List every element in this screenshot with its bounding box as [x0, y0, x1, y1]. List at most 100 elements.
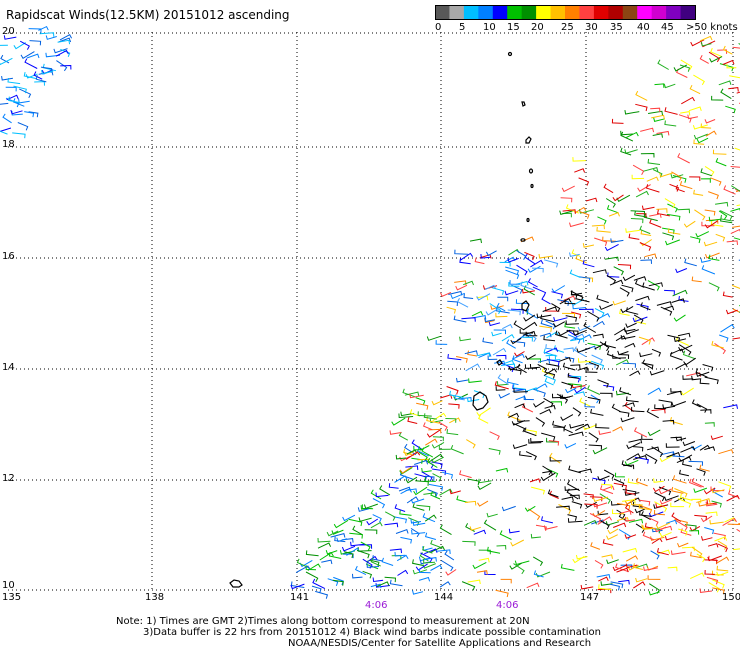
wind-barb: [606, 559, 619, 565]
wind-barb: [317, 537, 331, 543]
wind-barb: [689, 572, 705, 580]
wind-barb: [412, 503, 425, 511]
wind-barb: [693, 189, 704, 196]
wind-barb: [572, 157, 586, 162]
wind-barb: [578, 177, 590, 186]
wind-barb: [718, 481, 732, 491]
wind-barb: [557, 299, 570, 307]
wind-barb: [551, 291, 564, 299]
wind-barb: [389, 430, 402, 435]
wind-barb: [658, 399, 673, 407]
wind-barb: [446, 429, 459, 436]
wind-barb: [649, 370, 665, 376]
wind-barb: [603, 384, 615, 392]
wind-barb: [512, 444, 528, 450]
wind-barb: [444, 550, 455, 561]
wind-barb: [642, 531, 655, 541]
wind-barb: [418, 576, 431, 582]
wind-barb: [499, 261, 511, 267]
wind-barb: [568, 431, 584, 437]
wind-barb: [625, 228, 640, 233]
wind-barb: [630, 218, 644, 224]
wind-barb: [478, 557, 490, 563]
wind-barb: [647, 158, 661, 165]
wind-barb: [640, 259, 652, 264]
wind-barb: [495, 312, 508, 318]
wind-barb: [305, 571, 319, 582]
lon-label: 138: [145, 592, 165, 603]
wind-barb: [628, 233, 640, 240]
wind-barb: [633, 581, 646, 589]
wind-barb: [682, 441, 696, 447]
wind-barb: [610, 238, 624, 243]
wind-barb: [617, 264, 632, 270]
wind-barb: [665, 443, 680, 448]
wind-barb: [702, 364, 714, 372]
wind-barb: [574, 168, 586, 173]
wind-barb: [582, 259, 595, 268]
wind-barb: [370, 521, 383, 529]
wind-barb: [491, 287, 505, 295]
wind-barb: [428, 483, 444, 491]
wind-barb: [467, 478, 480, 486]
wind-barb: [613, 482, 627, 490]
wind-barb: [630, 210, 646, 216]
wind-barb: [530, 486, 546, 495]
wind-barb: [625, 555, 639, 562]
wind-barb: [625, 307, 639, 315]
wind-barb: [622, 547, 638, 553]
wind-barb: [384, 522, 399, 528]
lat-label: 14: [2, 362, 15, 373]
wind-barb: [542, 465, 552, 476]
wind-barb: [582, 243, 595, 248]
wind-barb: [719, 334, 729, 342]
wind-barb: [439, 581, 451, 588]
wind-barb: [541, 367, 554, 377]
wind-barb: [646, 176, 659, 182]
wind-barb: [496, 354, 507, 360]
wind-barb: [601, 554, 613, 559]
wind-barb: [597, 216, 607, 225]
wind-barb: [651, 348, 662, 357]
colorbar-tick: 5: [459, 22, 466, 33]
wind-barb: [530, 533, 541, 539]
wind-barb: [718, 80, 732, 86]
wind-barb: [398, 431, 409, 441]
wind-barb: [502, 323, 513, 330]
wind-barb: [593, 333, 604, 339]
wind-barb: [696, 137, 709, 144]
island: [507, 51, 513, 57]
wind-barb: [553, 316, 568, 322]
wind-barb: [523, 321, 538, 331]
wind-barb: [637, 184, 651, 192]
lon-label: 150: [722, 592, 740, 603]
wind-barb: [400, 536, 413, 544]
wind-barb: [553, 426, 565, 432]
wind-barb: [679, 181, 693, 190]
island: [229, 579, 243, 588]
wind-barb: [670, 502, 685, 508]
wind-barb: [327, 578, 339, 586]
wind-barb: [541, 516, 554, 524]
lat-label: 20: [2, 26, 15, 37]
wind-barb: [491, 331, 502, 337]
wind-barb: [431, 441, 445, 449]
wind-barb: [526, 582, 540, 589]
wind-barb: [653, 478, 664, 483]
island: [530, 183, 534, 189]
wind-barb: [651, 114, 665, 120]
wind-barb: [341, 545, 356, 552]
wind-barb: [436, 549, 451, 554]
wind-barb: [527, 265, 541, 273]
wind-barb: [572, 407, 582, 417]
wind-barb: [573, 391, 586, 396]
wind-barb: [466, 439, 476, 449]
wind-barb: [725, 105, 736, 114]
wind-barb: [620, 131, 634, 142]
colorbar-tick: 35: [610, 22, 623, 33]
wind-barb: [614, 472, 625, 478]
wind-barb: [590, 542, 601, 550]
wind-barb: [315, 590, 329, 599]
wind-barb: [713, 532, 726, 540]
wind-barb: [463, 280, 474, 286]
